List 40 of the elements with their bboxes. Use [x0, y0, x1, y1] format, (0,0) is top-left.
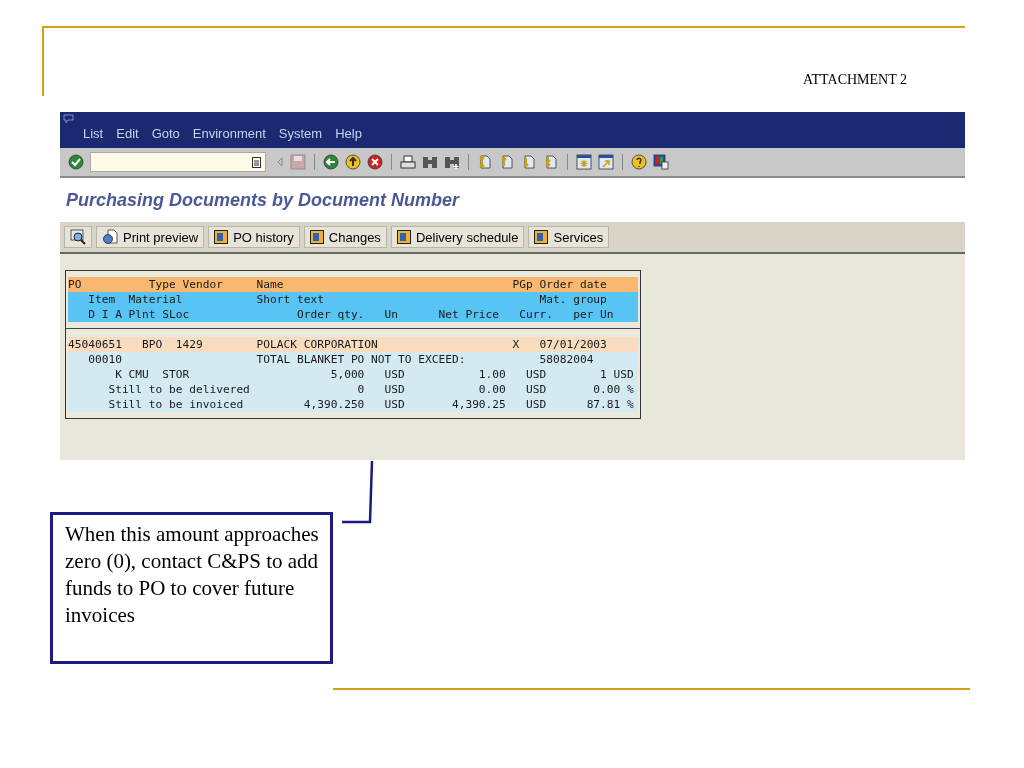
history-icon[interactable]	[252, 156, 261, 168]
layout-icon[interactable]	[653, 154, 669, 170]
first-page-icon[interactable]	[477, 154, 493, 170]
menu-item[interactable]: List	[83, 126, 104, 141]
menu-item[interactable]: Environment	[192, 126, 266, 141]
toolbar-button[interactable]: Delivery schedule	[390, 226, 525, 248]
find-next-icon[interactable]	[444, 154, 460, 170]
menu-item[interactable]: Goto	[151, 126, 180, 141]
zoom-button[interactable]	[64, 226, 92, 248]
enter-icon[interactable]	[68, 154, 84, 170]
magnifier-icon	[70, 229, 86, 245]
callout-note: When this amount approaches zero (0), contact C&PS to add funds to PO to cover future invoices	[50, 512, 333, 664]
last-page-icon[interactable]	[543, 154, 559, 170]
toolbar-button[interactable]: Services	[528, 226, 610, 248]
shortcut-icon[interactable]	[598, 154, 614, 170]
attachment-label: ATTACHMENT 2	[803, 72, 907, 88]
toolbar-button[interactable]: Changes	[303, 226, 387, 248]
print-preview-icon	[102, 229, 118, 245]
command-field[interactable]	[90, 152, 266, 172]
toolbar-button[interactable]: PO history	[208, 226, 300, 248]
menu-item[interactable]: Help	[335, 126, 362, 141]
next-page-icon[interactable]	[521, 154, 537, 170]
window-menu-icon[interactable]	[63, 114, 75, 124]
detail-icon	[534, 230, 549, 244]
previous-page-icon[interactable]	[499, 154, 515, 170]
exit-icon[interactable]	[345, 154, 361, 170]
print-icon[interactable]	[400, 154, 416, 170]
menu-item[interactable]: Edit	[116, 126, 139, 141]
detail-icon	[214, 230, 229, 244]
back-icon[interactable]	[323, 154, 339, 170]
leader-line	[342, 460, 374, 524]
new-session-icon[interactable]	[576, 154, 592, 170]
cancel-icon[interactable]	[367, 154, 383, 170]
menu-item[interactable]: System	[278, 126, 323, 141]
find-icon[interactable]	[422, 154, 438, 170]
detail-icon	[309, 230, 324, 244]
screen-title: Purchasing Documents by Document Number	[66, 189, 460, 211]
detail-icon	[396, 230, 411, 244]
help-icon[interactable]	[631, 154, 647, 170]
toolbar-button[interactable]: Print preview	[96, 226, 205, 248]
